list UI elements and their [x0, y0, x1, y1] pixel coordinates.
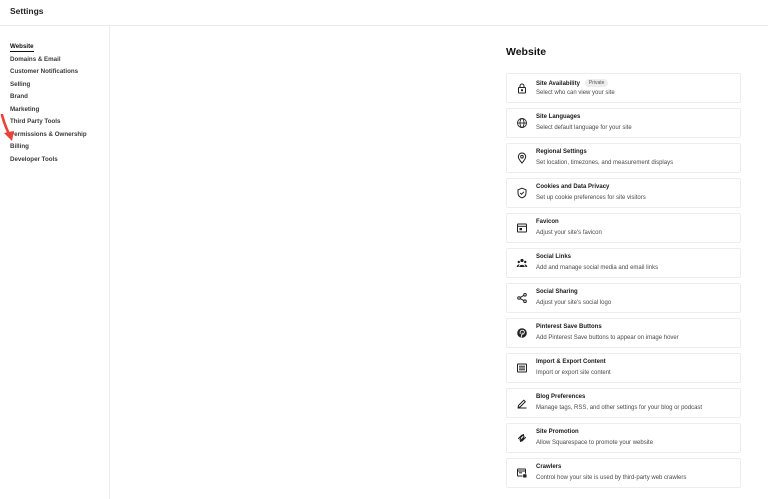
sidebar-item-selling[interactable]: Selling: [10, 80, 87, 93]
browser-window-icon: [516, 222, 528, 234]
sidebar-item-label: Brand: [10, 93, 28, 100]
sidebar-item-billing[interactable]: Billing: [10, 142, 87, 155]
card-social-sharing[interactable]: Social Sharing Adjust your site's social…: [506, 283, 741, 313]
lock-icon: [516, 82, 528, 94]
card-description: Allow Squarespace to promote your websit…: [536, 439, 654, 446]
squarespace-logo-icon: [516, 432, 528, 444]
card-title: Crawlers: [536, 464, 562, 470]
card-site-availability[interactable]: Site Availability Private Select who can …: [506, 73, 741, 103]
sidebar-item-marketing[interactable]: Marketing: [10, 105, 87, 118]
card-site-languages[interactable]: Site Languages Select default language f…: [506, 108, 741, 138]
card-title: Regional Settings: [536, 149, 587, 155]
card-title: Cookies and Data Privacy: [536, 184, 610, 190]
sidebar-item-website[interactable]: Website: [10, 42, 87, 55]
location-pin-icon: [516, 152, 528, 164]
card-import-export[interactable]: Import & Export Content Import or export…: [506, 353, 741, 383]
card-title: Site Promotion: [536, 429, 579, 435]
status-badge: Private: [584, 79, 609, 87]
sidebar-item-customer-notifications[interactable]: Customer Notifications: [10, 67, 87, 80]
sidebar-item-label: Website: [10, 43, 34, 52]
sidebar-item-domains-email[interactable]: Domains & Email: [10, 55, 87, 68]
sidebar-item-label: Selling: [10, 80, 31, 88]
card-title: Import & Export Content: [536, 359, 606, 365]
card-description: Select default language for your site: [536, 124, 632, 131]
card-description: Manage tags, RSS, and other settings for…: [536, 404, 703, 411]
card-crawlers[interactable]: Crawlers Control how your site is used b…: [506, 458, 741, 488]
shield-check-icon: [516, 187, 528, 199]
share-icon: [516, 292, 528, 304]
sidebar-nav-list: Website Domains & Email Customer Notific…: [10, 42, 87, 167]
card-description: Add and manage social media and email li…: [536, 264, 659, 271]
sidebar-item-label: Customer Notifications: [10, 68, 79, 75]
sidebar-item-developer-tools[interactable]: Developer Tools: [10, 155, 87, 168]
pinterest-icon: [516, 327, 528, 339]
sidebar: Website Domains & Email Customer Notific…: [0, 26, 110, 499]
red-arrow-icon: [0, 114, 14, 141]
pen-icon: [516, 397, 528, 409]
page-title: Website: [506, 46, 547, 58]
globe-icon: [516, 117, 528, 129]
list-icon: [516, 362, 528, 374]
card-description: Add Pinterest Save buttons to appear on …: [536, 334, 679, 341]
card-favicon[interactable]: Favicon Adjust your site's favicon: [506, 213, 741, 243]
sidebar-item-label: Domains & Email: [10, 55, 61, 63]
card-regional-settings[interactable]: Regional Settings Set location, timezone…: [506, 143, 741, 173]
sidebar-item-third-party-tools[interactable]: Third Party Tools: [10, 117, 87, 130]
card-description: Set location, timezones, and measurement…: [536, 159, 674, 166]
card-title: Pinterest Save Buttons: [536, 324, 602, 330]
card-pinterest-save-buttons[interactable]: Pinterest Save Buttons Add Pinterest Sav…: [506, 318, 741, 348]
card-description: Select who can view your site: [536, 89, 615, 96]
card-title: Site Languages: [536, 114, 581, 120]
card-title: Social Links: [536, 254, 572, 260]
card-title: Social Sharing: [536, 289, 578, 295]
card-site-promotion[interactable]: Site Promotion Allow Squarespace to prom…: [506, 423, 741, 453]
people-icon: [516, 257, 528, 269]
card-description: Set up cookie preferences for site visit…: [536, 194, 646, 201]
card-cookies-privacy[interactable]: Cookies and Data Privacy Set up cookie p…: [506, 178, 741, 208]
sidebar-item-brand[interactable]: Brand: [10, 92, 87, 105]
sidebar-item-label: Permissions & Ownership: [10, 130, 87, 138]
card-description: Control how your site is used by third-p…: [536, 474, 687, 481]
sidebar-item-permissions-ownership[interactable]: Permissions & Ownership: [10, 130, 87, 143]
settings-card-list: Site Availability Private Select who can …: [506, 73, 741, 493]
top-bar: Settings: [0, 0, 768, 26]
card-title: Favicon: [536, 219, 559, 225]
card-social-links[interactable]: Social Links Add and manage social media…: [506, 248, 741, 278]
sidebar-item-label: Developer Tools: [10, 155, 58, 163]
card-title: Blog Preferences: [536, 394, 586, 400]
card-title: Site Availability: [536, 81, 580, 87]
card-description: Adjust your site's favicon: [536, 229, 602, 236]
card-description: Import or export site content: [536, 369, 611, 376]
crawler-icon: [516, 467, 528, 479]
card-description: Adjust your site's social logo: [536, 299, 612, 306]
sidebar-item-label: Marketing: [10, 105, 40, 113]
card-blog-preferences[interactable]: Blog Preferences Manage tags, RSS, and o…: [506, 388, 741, 418]
settings-title: Settings: [10, 6, 44, 16]
